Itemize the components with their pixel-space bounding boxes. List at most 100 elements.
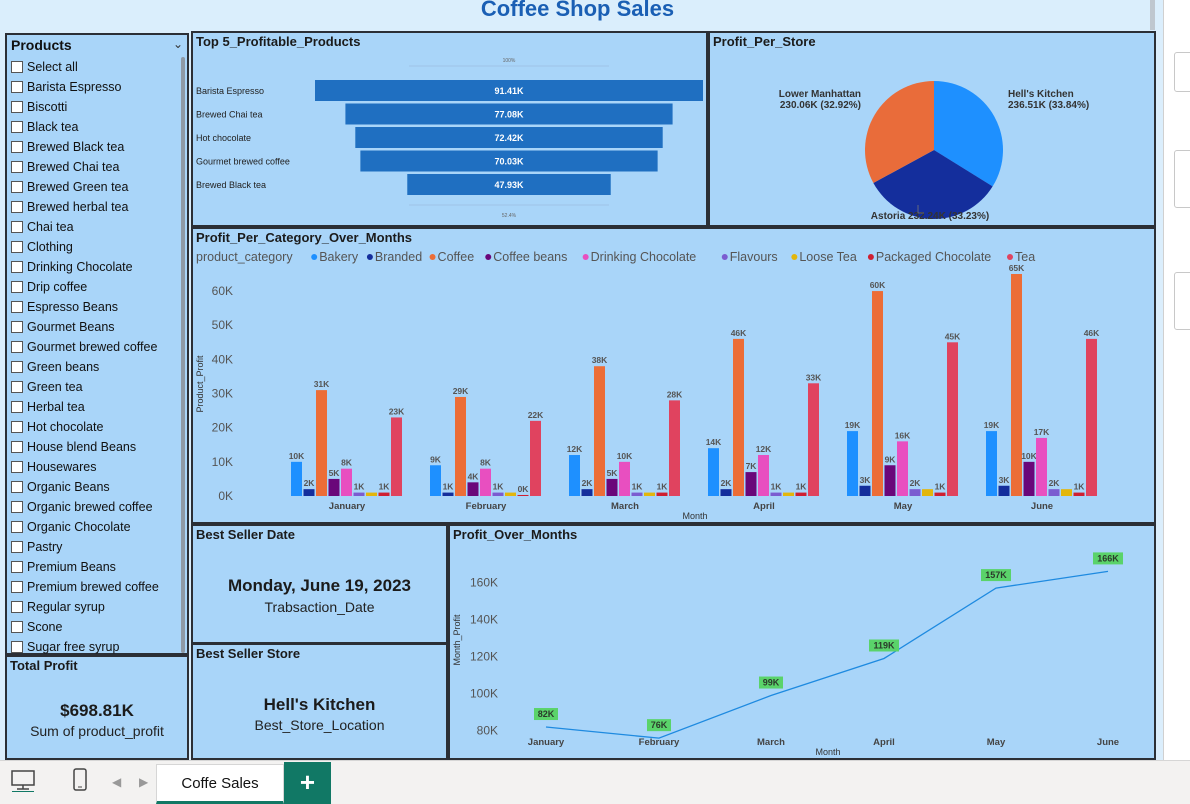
bar-data-label: 1K: [796, 482, 808, 492]
slicer-item[interactable]: Biscotti: [11, 97, 183, 117]
checkbox[interactable]: [11, 181, 23, 193]
checkbox[interactable]: [11, 541, 23, 553]
checkbox[interactable]: [11, 61, 23, 73]
bar-data-label: 46K: [1084, 328, 1100, 338]
slicer-item[interactable]: Sugar free syrup: [11, 637, 183, 657]
slicer-item[interactable]: Brewed herbal tea: [11, 197, 183, 217]
slicer-item[interactable]: Brewed Chai tea: [11, 157, 183, 177]
chevron-right-icon[interactable]: ▶: [139, 775, 148, 789]
filter-box[interactable]: [1174, 52, 1190, 92]
slicer-item[interactable]: Hot chocolate: [11, 417, 183, 437]
slicer-item[interactable]: Espresso Beans: [11, 297, 183, 317]
chevron-down-icon[interactable]: ⌄: [173, 37, 183, 51]
slicer-item[interactable]: Organic Chocolate: [11, 517, 183, 537]
slicer-item[interactable]: Brewed Black tea: [11, 137, 183, 157]
checkbox[interactable]: [11, 81, 23, 93]
slicer-item[interactable]: Chai tea: [11, 217, 183, 237]
slicer-item[interactable]: Clothing: [11, 237, 183, 257]
category-bar: [859, 485, 871, 496]
category-bar: [517, 494, 529, 496]
category-bar: [505, 492, 516, 496]
add-page-button[interactable]: +: [284, 762, 331, 804]
checkbox[interactable]: [11, 401, 23, 413]
checkbox[interactable]: [11, 201, 23, 213]
slicer-item[interactable]: Drip coffee: [11, 277, 183, 297]
checkbox[interactable]: [11, 221, 23, 233]
slicer-item[interactable]: Barista Espresso: [11, 77, 183, 97]
checkbox[interactable]: [11, 361, 23, 373]
category-bar: [795, 492, 807, 496]
slicer-item[interactable]: Organic brewed coffee: [11, 497, 183, 517]
slicer-item[interactable]: Organic Beans: [11, 477, 183, 497]
slicer-item[interactable]: Herbal tea: [11, 397, 183, 417]
category-chart-title: Profit_Per_Category_Over_Months: [196, 230, 413, 245]
checkbox[interactable]: [11, 381, 23, 393]
slicer-item[interactable]: Gourmet brewed coffee: [11, 337, 183, 357]
bar-data-label: 1K: [771, 482, 783, 492]
bar-data-label: 1K: [379, 482, 391, 492]
y-tick-label: 140K: [470, 613, 498, 627]
slicer-item[interactable]: Housewares: [11, 457, 183, 477]
category-bar: [720, 489, 732, 496]
checkbox[interactable]: [11, 421, 23, 433]
checkbox[interactable]: [11, 521, 23, 533]
checkbox[interactable]: [11, 481, 23, 493]
legend-title: product_category: [196, 250, 293, 264]
checkbox[interactable]: [11, 121, 23, 133]
slicer-item[interactable]: Black tea: [11, 117, 183, 137]
legend-entry: Coffee: [438, 250, 475, 264]
filter-box[interactable]: [1174, 272, 1190, 330]
filters-pane[interactable]: [1163, 0, 1190, 760]
line-data-label: 157K: [985, 570, 1007, 580]
funnel-category-label: Brewed Black tea: [196, 180, 266, 190]
category-bar: [1086, 338, 1097, 496]
slicer-item[interactable]: Drinking Chocolate: [11, 257, 183, 277]
slicer-item[interactable]: Gourmet Beans: [11, 317, 183, 337]
slicer-item[interactable]: Scone: [11, 617, 183, 637]
bar-data-label: 2K: [304, 478, 316, 488]
category-bar: [783, 492, 794, 496]
slicer-item[interactable]: Brewed Green tea: [11, 177, 183, 197]
checkbox[interactable]: [11, 341, 23, 353]
slicer-item[interactable]: Green tea: [11, 377, 183, 397]
checkbox[interactable]: [11, 601, 23, 613]
tab-coffe-sales[interactable]: Coffe Sales: [156, 764, 284, 804]
best-store-title: Best Seller Store: [196, 646, 301, 661]
legend-marker: [311, 254, 318, 260]
best-store-label: Best_Store_Location: [254, 717, 385, 733]
checkbox[interactable]: [11, 641, 23, 653]
checkbox[interactable]: [11, 281, 23, 293]
slicer-item[interactable]: House blend Beans: [11, 437, 183, 457]
checkbox[interactable]: [11, 501, 23, 513]
desktop-view-icon[interactable]: [10, 768, 36, 797]
x-axis-title: Month: [682, 511, 707, 521]
pie-label-name: Astoria 232.24K (33.23%): [871, 211, 989, 222]
checkbox[interactable]: [11, 101, 23, 113]
slicer-item[interactable]: Select all: [11, 57, 183, 77]
checkbox[interactable]: [11, 461, 23, 473]
checkbox[interactable]: [11, 301, 23, 313]
slicer-item[interactable]: Premium brewed coffee: [11, 577, 183, 597]
checkbox[interactable]: [11, 241, 23, 253]
page-scrollbar[interactable]: [1150, 0, 1155, 30]
bar-data-label: 10K: [1021, 451, 1037, 461]
checkbox[interactable]: [11, 621, 23, 633]
slicer-item[interactable]: Pastry: [11, 537, 183, 557]
checkbox[interactable]: [11, 441, 23, 453]
checkbox[interactable]: [11, 321, 23, 333]
checkbox[interactable]: [11, 561, 23, 573]
checkbox[interactable]: [11, 261, 23, 273]
slicer-item[interactable]: Regular syrup: [11, 597, 183, 617]
mobile-view-icon[interactable]: [72, 768, 88, 797]
y-tick-label: 20K: [212, 421, 233, 435]
slicer-scrollbar[interactable]: [181, 57, 185, 653]
checkbox[interactable]: [11, 161, 23, 173]
category-bar: [1048, 489, 1060, 496]
filter-box[interactable]: [1174, 150, 1190, 208]
chevron-left-icon[interactable]: ◀: [112, 775, 121, 789]
checkbox[interactable]: [11, 581, 23, 593]
slicer-item-label: Brewed Black tea: [27, 140, 125, 154]
checkbox[interactable]: [11, 141, 23, 153]
slicer-item[interactable]: Premium Beans: [11, 557, 183, 577]
slicer-item[interactable]: Green beans: [11, 357, 183, 377]
